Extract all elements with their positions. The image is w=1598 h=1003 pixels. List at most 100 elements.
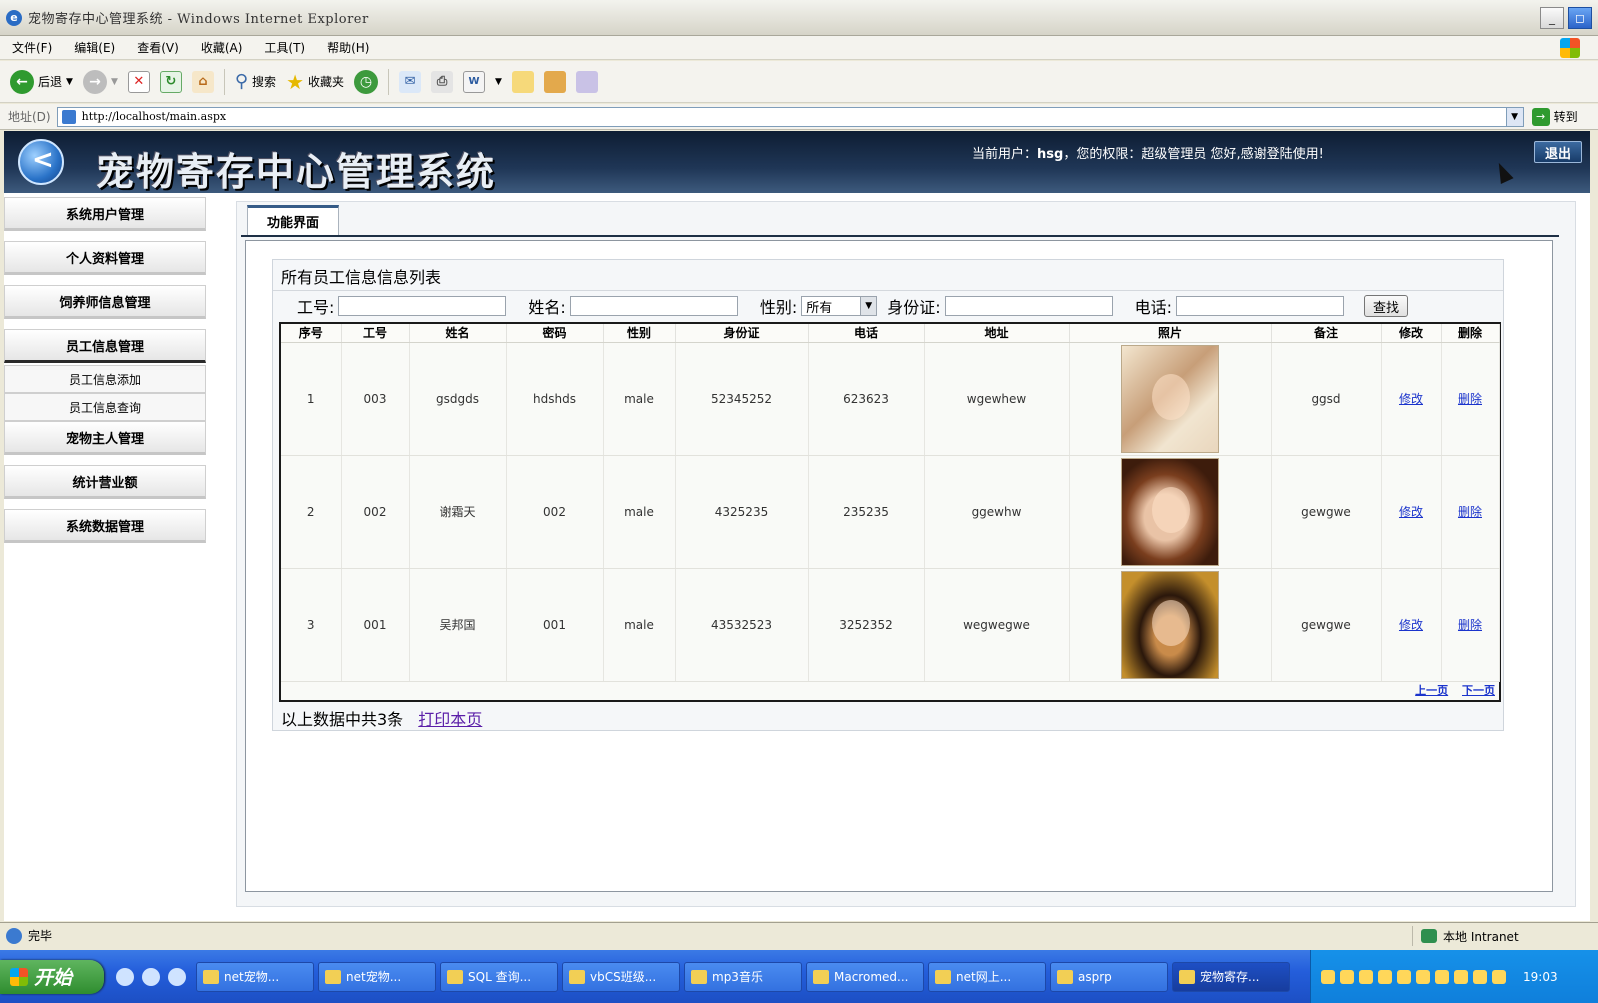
sidebar-item-keepers[interactable]: 饲养师信息管理 [4,285,206,319]
menu-file[interactable]: 文件(F) [12,39,52,56]
taskbar-item[interactable]: vbCS班级... [562,961,680,992]
status-text: 完毕 [28,929,53,943]
discuss-icon[interactable] [511,70,534,93]
chevron-down-icon[interactable]: ▼ [495,77,502,87]
taskbar-item[interactable]: net宠物... [196,961,314,992]
sidebar-item-pet-owners[interactable]: 宠物主人管理 [4,421,206,455]
sidebar-item-system-users[interactable]: 系统用户管理 [4,197,206,231]
intranet-icon [1421,929,1437,943]
cell-address: wegwegwe [924,568,1070,682]
gender-select[interactable]: 所有 ▼ [801,296,878,316]
taskbar-item[interactable]: net网上... [928,961,1046,992]
employee-submenu: 员工信息添加 员工信息查询 [4,365,206,421]
refresh-icon[interactable]: ↻ [159,70,182,93]
photo-face [1152,599,1190,646]
name-input[interactable] [569,296,738,316]
delete-link[interactable]: 删除 [1458,618,1482,632]
gender-label: 性别: [759,298,798,317]
edit-link[interactable]: 修改 [1399,392,1423,406]
prev-page-link[interactable]: 上一页 [1415,684,1448,697]
tray-icon[interactable] [1340,969,1354,984]
desktop-quicklaunch-icon[interactable] [142,967,160,986]
employee-table: 序号 工号 姓名 密码 性别 身份证 电话 地址 照片 备注 修改 删除 1 0… [281,324,1500,682]
site-header: 宠物寄存中心管理系统 当前用户：hsg，您的权限：超级管理员 您好,感谢登陆使用… [4,131,1590,194]
tray-icon[interactable] [1321,969,1335,984]
cell-password: 002 [506,455,604,569]
sidebar-item-employees[interactable]: 员工信息管理 [4,329,206,363]
windows-logo-icon [1560,38,1580,58]
employee-list-box: 所有员工信息信息列表 工号: 姓名: 性别: 所有 ▼ 身份证: 电话: 查找 … [272,259,1504,731]
user-suffix: ，您的权限：超级管理员 您好,感谢登陆使用! [1063,147,1324,162]
taskbar-item[interactable]: mp3音乐 [684,961,802,992]
column-header: 姓名 [409,324,507,343]
tray-icon[interactable] [1416,969,1430,984]
browser-toolbar: ← 后退 ▼ → ▼ ✕ ↻ ⌂ ⚲ 搜索 ★ 收藏夹 ◷ ✉ ⎙ W ▼ [0,61,1598,103]
tray-icon[interactable] [1454,969,1468,984]
find-button[interactable]: 查找 [1364,295,1409,317]
idcard-input[interactable] [944,296,1113,316]
folder-icon [203,969,219,984]
sidebar-item-profile[interactable]: 个人资料管理 [4,241,206,275]
history-icon[interactable]: ◷ [354,69,379,94]
delete-link[interactable]: 删除 [1458,505,1482,519]
menu-edit[interactable]: 编辑(E) [74,39,115,56]
logout-button[interactable]: 退出 [1534,141,1582,163]
edit-link[interactable]: 修改 [1399,505,1423,519]
start-button[interactable]: 开始 [0,959,104,994]
taskbar-item[interactable]: Macromed... [806,961,924,992]
ie-quicklaunch-icon[interactable] [116,967,134,986]
list-title: 所有员工信息信息列表 [281,268,442,287]
id-input[interactable] [338,296,507,316]
search-button[interactable]: ⚲ 搜索 [235,71,276,92]
column-header: 删除 [1441,324,1500,343]
menu-help[interactable]: 帮助(H) [327,39,369,56]
tray-icon[interactable] [1435,969,1449,984]
phone-input[interactable] [1176,296,1345,316]
sidebar-item-revenue[interactable]: 统计营业额 [4,465,206,499]
submenu-employee-add[interactable]: 员工信息添加 [4,365,206,393]
taskbar-item[interactable]: SQL 查询... [440,961,558,992]
back-button[interactable]: ← 后退 ▼ [10,69,73,94]
favorites-button[interactable]: ★ 收藏夹 [286,70,344,94]
address-dropdown-icon[interactable]: ▼ [1505,106,1524,127]
mail-icon[interactable]: ✉ [399,70,422,93]
edit-link[interactable]: 修改 [1399,618,1423,632]
messenger-icon[interactable] [575,70,598,93]
menu-tools[interactable]: 工具(T) [264,39,305,56]
chevron-down-icon: ▼ [110,76,118,87]
print-link[interactable]: 打印本页 [418,710,482,729]
restore-button[interactable]: ◻ [1568,7,1592,29]
tray-icon[interactable] [1473,969,1487,984]
taskbar-item-active[interactable]: 宠物寄存... [1172,961,1290,992]
tab-function[interactable]: 功能界面 [247,205,339,235]
submenu-employee-query[interactable]: 员工信息查询 [4,393,206,421]
tray-icon[interactable] [1397,969,1411,984]
research-icon[interactable] [543,70,566,93]
cell-name: gsdgds [409,342,507,456]
address-input[interactable]: http://localhost/main.aspx [56,106,1507,127]
sidebar-item-data[interactable]: 系统数据管理 [4,509,206,543]
tray-icon[interactable] [1378,969,1392,984]
taskbar: 开始 net宠物... net宠物... SQL 查询... vbCS班级...… [0,950,1598,1003]
menu-view[interactable]: 查看(V) [137,39,179,56]
minimize-button[interactable]: _ [1540,7,1564,29]
taskbar-item[interactable]: asprp [1050,961,1168,992]
cell-phone: 235235 [808,455,925,569]
stop-icon[interactable]: ✕ [127,70,150,93]
forward-button[interactable]: → ▼ [82,69,118,94]
go-button[interactable]: → 转到 [1531,107,1578,126]
taskbar-item[interactable]: net宠物... [318,961,436,992]
tray-icon[interactable] [1359,969,1373,984]
window-title: 宠物寄存中心管理系统 - Windows Internet Explorer [28,12,369,27]
menu-favorites[interactable]: 收藏(A) [201,39,243,56]
home-icon[interactable]: ⌂ [191,70,214,93]
delete-link[interactable]: 删除 [1458,392,1482,406]
tray-icon[interactable] [1492,969,1506,984]
media-quicklaunch-icon[interactable] [168,967,186,986]
edit-icon[interactable]: W [463,70,486,93]
next-page-link[interactable]: 下一页 [1462,684,1495,697]
print-icon[interactable]: ⎙ [431,70,454,93]
content-panel: 所有员工信息信息列表 工号: 姓名: 性别: 所有 ▼ 身份证: 电话: 查找 … [245,240,1553,892]
back-arrow-icon: ← [10,69,34,94]
cell-note: ggsd [1271,342,1382,456]
